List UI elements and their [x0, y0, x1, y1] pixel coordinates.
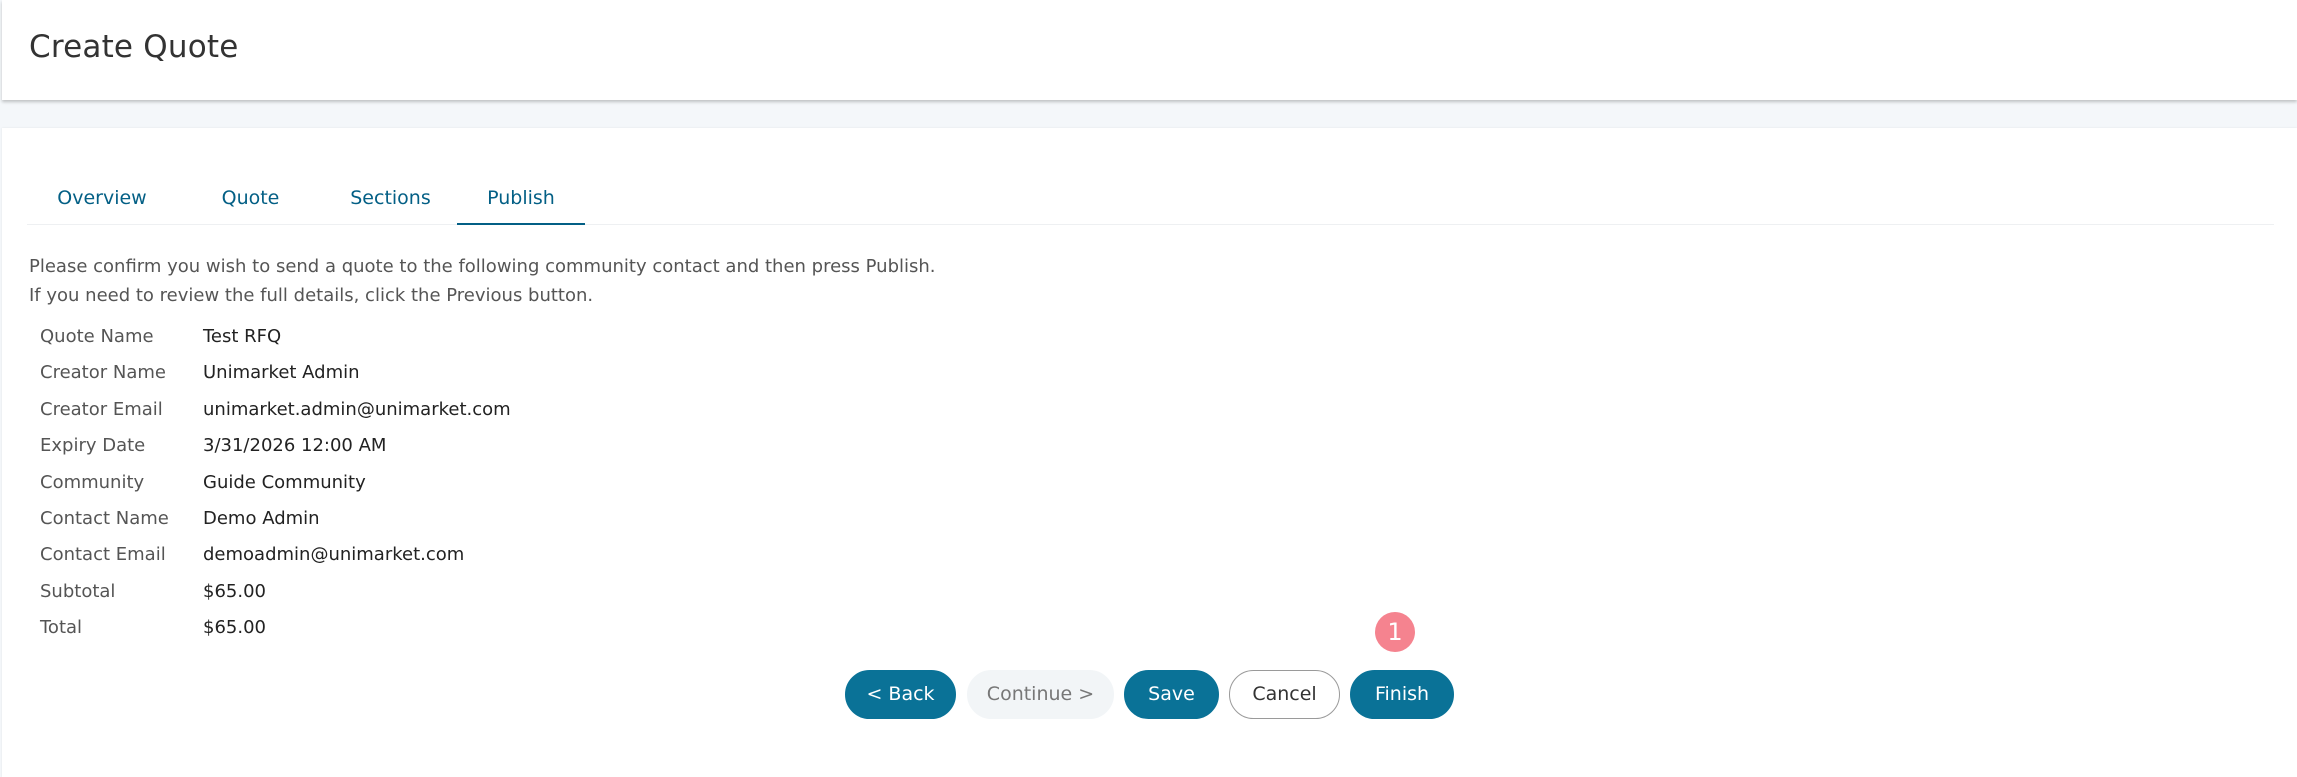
detail-label: Expiry Date: [40, 435, 146, 457]
main-card: Overview Quote Sections Publish Please c…: [2, 128, 2297, 777]
detail-value: $65.00: [203, 617, 266, 639]
intro-line-confirm: Please confirm you wish to send a quote …: [29, 256, 936, 277]
tab-bar: Overview Quote Sections Publish: [27, 176, 2274, 225]
intro-text: Please confirm you wish to send a quote …: [29, 252, 936, 310]
detail-value: Guide Community: [203, 471, 366, 493]
detail-value: Demo Admin: [203, 507, 320, 529]
detail-label: Community: [40, 471, 145, 493]
save-button[interactable]: Save: [1124, 670, 1219, 719]
detail-value: unimarket.admin@unimarket.com: [203, 398, 511, 420]
detail-value: $65.00: [203, 580, 266, 602]
cancel-button[interactable]: Cancel: [1229, 670, 1340, 719]
detail-label: Contact Name: [40, 507, 169, 529]
page-title: Create Quote: [29, 29, 239, 65]
detail-value: Test RFQ: [203, 326, 282, 347]
tab-publish[interactable]: Publish: [457, 176, 585, 225]
page-header: Create Quote: [2, 0, 2297, 100]
detail-label: Creator Name: [40, 362, 166, 384]
back-button[interactable]: < Back: [845, 670, 956, 719]
detail-value: demoadmin@unimarket.com: [203, 544, 465, 566]
detail-label: Contact Email: [40, 544, 166, 566]
continue-button[interactable]: Continue >: [967, 670, 1114, 719]
detail-value: 3/31/2026 12:00 AM: [203, 435, 387, 457]
detail-label: Creator Email: [40, 398, 163, 420]
tab-sections[interactable]: Sections: [324, 176, 457, 225]
detail-label: Subtotal: [40, 580, 116, 602]
finish-button[interactable]: Finish: [1350, 670, 1454, 719]
tab-overview[interactable]: Overview: [27, 176, 177, 225]
detail-label: Quote Name: [40, 326, 154, 347]
intro-line-review: If you need to review the full details, …: [29, 285, 594, 306]
detail-label: Total: [40, 617, 83, 639]
tab-quote[interactable]: Quote: [177, 176, 324, 225]
step-badge: 1: [1375, 612, 1415, 652]
detail-value: Unimarket Admin: [203, 362, 360, 384]
